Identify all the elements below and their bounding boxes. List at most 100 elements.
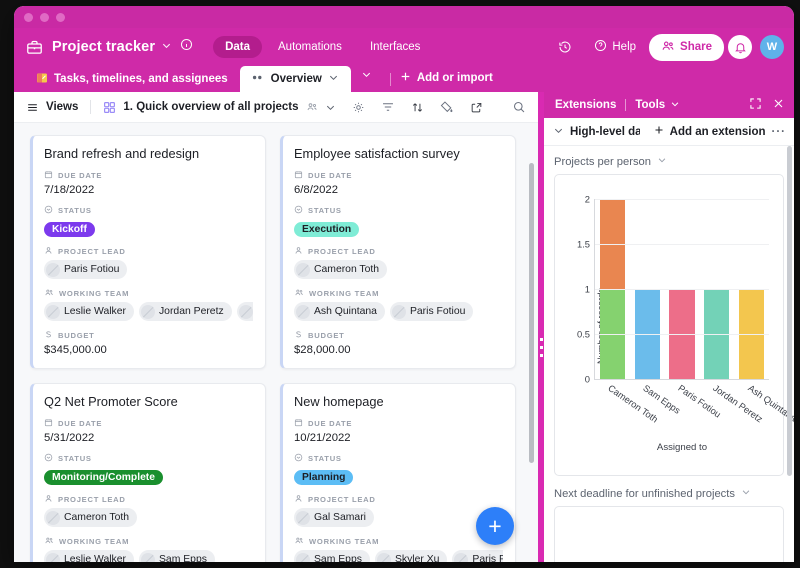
- dashboard-name[interactable]: High-level da...: [570, 126, 640, 138]
- collaborator-name: Sam Epps: [158, 554, 207, 562]
- calendar-icon: [44, 418, 53, 429]
- minimize-window-button[interactable]: [40, 13, 49, 22]
- tab-interfaces[interactable]: Interfaces: [358, 36, 433, 58]
- calendar-icon: [44, 170, 53, 181]
- avatar[interactable]: W: [760, 35, 784, 59]
- status-label-text: STATUS: [58, 206, 92, 215]
- chevron-down-icon[interactable]: [325, 102, 336, 113]
- chart-block-title[interactable]: Projects per person: [554, 155, 784, 168]
- extensions-scrollbar[interactable]: [787, 146, 792, 476]
- gallery-card[interactable]: Q2 Net Promoter Score DUE DATE 5/31/2022 ST…: [30, 383, 266, 562]
- share-view-icon[interactable]: [470, 101, 483, 114]
- hide-fields-icon[interactable]: [352, 101, 365, 114]
- bell-icon[interactable]: [728, 35, 752, 59]
- project-lead-field-label: PROJECT LEAD: [294, 494, 503, 505]
- toolbar-divider: [90, 100, 92, 114]
- budget-field-label: BUDGET: [44, 330, 253, 341]
- working-team-value: Ash Quintana Paris Fotiou: [294, 302, 503, 321]
- extensions-pane: Extensions Tools High-level da Add an ex…: [544, 92, 794, 562]
- collaborator-chip: Sam Epps: [294, 550, 370, 562]
- working-team-label-text: WORKING TEAM: [309, 537, 380, 546]
- card-title: Brand refresh and redesign: [44, 146, 200, 161]
- header-divider: [625, 99, 627, 111]
- tab-automations[interactable]: Automations: [266, 36, 354, 58]
- chart-gridline: [595, 244, 769, 245]
- window-titlebar: [14, 6, 794, 28]
- person-icon: [294, 494, 303, 505]
- share-button[interactable]: Share: [649, 33, 724, 61]
- chevron-down-icon[interactable]: [328, 72, 339, 86]
- gallery-card[interactable]: Employee satisfaction survey DUE DATE 6/8/…: [280, 135, 516, 369]
- help-button[interactable]: Help: [585, 34, 645, 60]
- window-controls[interactable]: [24, 13, 65, 22]
- header-tabs[interactable]: Data Automations Interfaces: [213, 36, 432, 58]
- collaborator-chip: Paris Fotiou: [452, 550, 503, 562]
- close-window-button[interactable]: [24, 13, 33, 22]
- avatar: [46, 304, 60, 319]
- chevron-down-icon[interactable]: [657, 155, 667, 168]
- gallery-grid[interactable]: Brand refresh and redesign DUE DATE 7/18/2…: [14, 123, 538, 562]
- add-or-import-button[interactable]: Add or import: [399, 70, 493, 92]
- collapse-caret-icon[interactable]: [553, 125, 564, 139]
- table-tab-overview[interactable]: Overview: [239, 66, 351, 92]
- app-body: Views 1. Quick overview of all projects: [14, 92, 794, 562]
- search-icon[interactable]: [512, 100, 526, 114]
- budget-label-text: BUDGET: [308, 331, 345, 340]
- page-title: Project tracker: [52, 39, 156, 55]
- deadline-block-title[interactable]: Next deadline for unfinished projects: [554, 487, 784, 500]
- project-lead-field-label: PROJECT LEAD: [44, 246, 253, 257]
- current-view-button[interactable]: 1. Quick overview of all projects: [103, 101, 335, 114]
- tools-menu[interactable]: Tools: [635, 99, 665, 111]
- sort-icon[interactable]: [411, 101, 424, 114]
- status-label-text: STATUS: [58, 454, 92, 463]
- add-record-button[interactable]: +: [476, 507, 514, 545]
- chart-y-tick: 0: [584, 373, 590, 385]
- expand-icon[interactable]: [749, 97, 762, 113]
- people-icon: [294, 536, 304, 547]
- working-team-value: Sam Epps Skyler Xu Paris Fotiou: [294, 550, 503, 562]
- chevron-down-icon[interactable]: [161, 38, 172, 56]
- budget-label-text: BUDGET: [58, 331, 95, 340]
- close-icon[interactable]: [772, 97, 785, 113]
- info-circle-icon[interactable]: [180, 38, 193, 56]
- due-date-value: 7/18/2022: [44, 184, 95, 196]
- card-title: Employee satisfaction survey: [294, 146, 460, 161]
- working-team-label-text: WORKING TEAM: [309, 289, 380, 298]
- collaborator-chip: Leslie Walker: [44, 302, 134, 321]
- views-button[interactable]: Views: [26, 101, 78, 114]
- gallery-scrollbar[interactable]: [529, 163, 534, 463]
- color-icon[interactable]: [440, 100, 454, 114]
- avatar: [46, 510, 60, 525]
- tabstrip-overflow-caret-icon[interactable]: [351, 67, 382, 92]
- splitter-grip[interactable]: [539, 338, 543, 357]
- chevron-down-icon[interactable]: [741, 487, 751, 500]
- project-lead-value: Cameron Toth: [44, 508, 253, 527]
- view-name: 1. Quick overview of all projects: [123, 101, 299, 113]
- history-icon[interactable]: [549, 35, 581, 59]
- add-extension-button[interactable]: Add an extension: [653, 124, 766, 139]
- ellipsis-icon[interactable]: ···: [772, 126, 787, 138]
- gallery-card[interactable]: Brand refresh and redesign DUE DATE 7/18/2…: [30, 135, 266, 369]
- extensions-title: Extensions: [555, 99, 617, 111]
- tab-data[interactable]: Data: [213, 36, 262, 58]
- working-team-value: Leslie Walker Jordan Peretz Sam: [44, 302, 253, 321]
- gallery-icon: [252, 73, 265, 85]
- single-select-icon: [294, 453, 303, 464]
- app-header: Project tracker Data Automations Interfa…: [14, 28, 794, 66]
- chevron-down-icon[interactable]: [670, 99, 680, 112]
- maximize-window-button[interactable]: [56, 13, 65, 22]
- avatar: [140, 304, 155, 319]
- next-deadline-block: [554, 506, 784, 562]
- avatar: [296, 304, 310, 319]
- budget-field-label: BUDGET: [294, 330, 503, 341]
- deadline-block-label: Next deadline for unfinished projects: [554, 487, 735, 500]
- avatar: [238, 304, 253, 319]
- filter-icon[interactable]: [381, 100, 395, 114]
- table-tab-tasks[interactable]: Tasks, timelines, and assignees: [24, 66, 240, 92]
- calendar-icon: [294, 418, 303, 429]
- status-field-label: STATUS: [44, 453, 253, 464]
- briefcase-icon: [26, 39, 43, 56]
- collaborator-chip: Gal Samari: [294, 508, 374, 527]
- extensions-body: Projects per person Number of records Ca…: [544, 146, 794, 562]
- due-date-label-text: DUE DATE: [58, 171, 103, 180]
